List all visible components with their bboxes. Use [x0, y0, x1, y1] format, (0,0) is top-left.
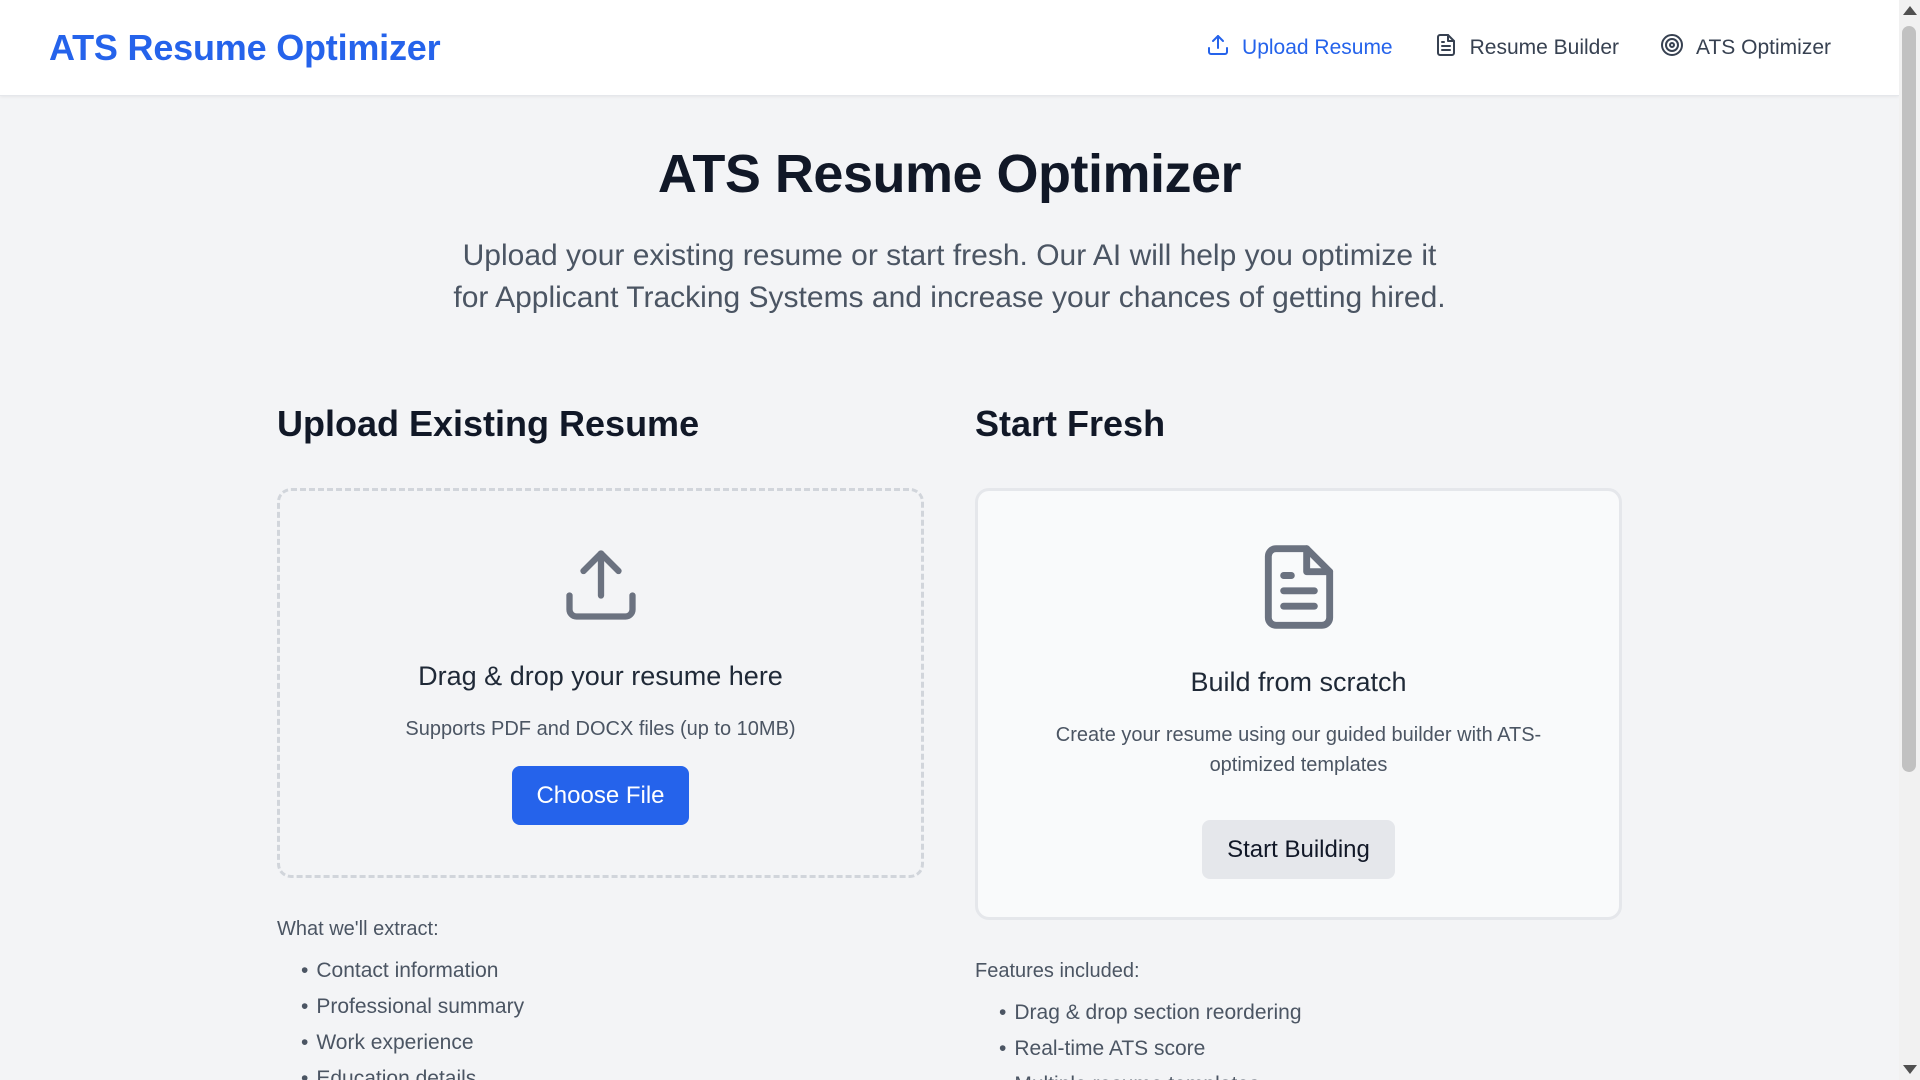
- brand-logo-text[interactable]: ATS Resume Optimizer: [49, 27, 441, 69]
- nav-label: ATS Optimizer: [1696, 35, 1831, 59]
- list-item: Drag & drop section reordering: [999, 995, 1622, 1031]
- list-item: Professional summary: [301, 989, 924, 1025]
- nav-label: Resume Builder: [1469, 35, 1620, 59]
- build-from-scratch-card: Build from scratch Create your resume us…: [975, 488, 1622, 920]
- target-icon: [1660, 33, 1684, 63]
- document-icon: [1434, 33, 1458, 63]
- dropzone-heading: Drag & drop your resume here: [418, 661, 783, 691]
- start-building-button[interactable]: Start Building: [1202, 820, 1395, 879]
- top-header: ATS Resume Optimizer Upload Resume Resum…: [0, 0, 1899, 96]
- upload-column: Upload Existing Resume Drag & drop your …: [277, 400, 924, 1080]
- features-list: Drag & drop section reordering Real-time…: [975, 995, 1622, 1080]
- page: ATS Resume Optimizer Upload Resume Resum…: [0, 0, 1899, 1080]
- extract-list: Contact information Professional summary…: [277, 953, 924, 1080]
- main-nav: Upload Resume Resume Builder ATS Optimiz…: [1206, 33, 1850, 63]
- page-title: ATS Resume Optimizer: [657, 144, 1242, 204]
- scroll-down-arrow-icon[interactable]: [1903, 1065, 1917, 1074]
- nav-upload-resume[interactable]: Upload Resume: [1206, 33, 1393, 63]
- fresh-section-title: Start Fresh: [975, 403, 1166, 444]
- list-item: Real-time ATS score: [999, 1031, 1622, 1067]
- hero: ATS Resume Optimizer Upload your existin…: [0, 96, 1899, 319]
- nav-ats-optimizer[interactable]: ATS Optimizer: [1660, 33, 1831, 63]
- choose-file-button[interactable]: Choose File: [512, 766, 689, 825]
- list-item: Education details: [301, 1061, 924, 1080]
- scroll-up-arrow-icon[interactable]: [1903, 6, 1917, 15]
- upload-icon: [280, 543, 921, 627]
- fresh-column: Start Fresh Build from scratch Create yo…: [975, 400, 1622, 1080]
- features-list-title: Features included:: [975, 960, 1140, 982]
- dropzone-description: Supports PDF and DOCX files (up to 10MB): [405, 718, 796, 740]
- nav-label: Upload Resume: [1242, 35, 1393, 59]
- page-subtitle: Upload your existing resume or start fre…: [453, 239, 1446, 314]
- list-item: Work experience: [301, 1025, 924, 1061]
- fresh-heading: Build from scratch: [1190, 667, 1407, 697]
- options-columns: Upload Existing Resume Drag & drop your …: [277, 400, 1622, 1080]
- document-icon: [978, 541, 1619, 633]
- extract-list-title: What we'll extract:: [277, 918, 439, 940]
- list-item: Contact information: [301, 953, 924, 989]
- list-item: Multiple resume templates: [999, 1067, 1622, 1080]
- upload-icon: [1206, 33, 1230, 63]
- upload-section-title: Upload Existing Resume: [277, 403, 700, 444]
- resume-dropzone[interactable]: Drag & drop your resume here Supports PD…: [277, 488, 924, 878]
- nav-resume-builder[interactable]: Resume Builder: [1434, 33, 1619, 63]
- fresh-description: Create your resume using our guided buil…: [1055, 724, 1542, 776]
- scrollbar-thumb[interactable]: [1902, 26, 1916, 772]
- vertical-scrollbar[interactable]: [1899, 0, 1920, 1080]
